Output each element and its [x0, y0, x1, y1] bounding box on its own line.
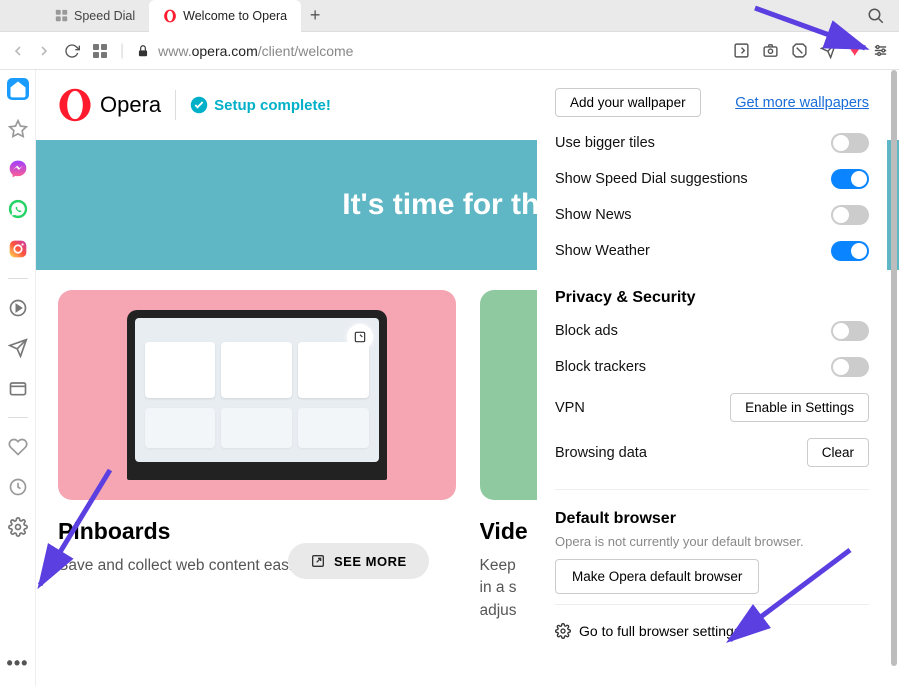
- setting-label: Use bigger tiles: [555, 135, 655, 151]
- setting-label: Show Speed Dial suggestions: [555, 171, 748, 187]
- lock-icon: [136, 44, 150, 58]
- sidebar-history-icon[interactable]: [7, 476, 29, 498]
- opera-icon: [163, 9, 177, 23]
- brand-label: Opera: [100, 92, 161, 118]
- navigation-toolbar: | www.opera.com/client/welcome ♥: [0, 32, 899, 70]
- setting-label: Block ads: [555, 323, 618, 339]
- pinboard-icon[interactable]: [733, 42, 750, 59]
- toggle-show-weather[interactable]: [831, 241, 869, 261]
- extensions-icon[interactable]: [92, 43, 108, 59]
- sidebar-settings-icon[interactable]: [7, 516, 29, 538]
- new-tab-button[interactable]: +: [301, 5, 329, 26]
- setting-label: VPN: [555, 400, 585, 416]
- make-default-button[interactable]: Make Opera default browser: [555, 559, 759, 594]
- tab-bar: Speed Dial Welcome to Opera +: [0, 0, 899, 32]
- toggle-speed-dial-suggestions[interactable]: [831, 169, 869, 189]
- get-wallpapers-link[interactable]: Get more wallpapers: [735, 95, 869, 111]
- sidebar-bookmarks-icon[interactable]: [7, 118, 29, 140]
- setup-complete-badge: Setup complete!: [190, 96, 331, 114]
- easy-setup-panel: Add your wallpaper Get more wallpapers U…: [537, 70, 887, 686]
- toggle-bigger-tiles[interactable]: [831, 133, 869, 153]
- sidebar-divider: [8, 417, 28, 418]
- setting-row-bigger-tiles: Use bigger tiles: [555, 125, 869, 161]
- divider: [555, 489, 869, 490]
- send-icon[interactable]: [820, 42, 837, 59]
- sidebar-heart-icon[interactable]: [7, 436, 29, 458]
- pin-icon: [347, 324, 373, 350]
- tab-label: Welcome to Opera: [183, 9, 287, 23]
- heart-icon[interactable]: ♥: [849, 40, 860, 61]
- go-to-full-settings-link[interactable]: Go to full browser settings: [555, 604, 869, 657]
- toggle-block-ads[interactable]: [831, 321, 869, 341]
- left-sidebar: •••: [0, 70, 36, 686]
- toggle-block-trackers[interactable]: [831, 357, 869, 377]
- tab-welcome-to-opera[interactable]: Welcome to Opera: [149, 0, 301, 32]
- setting-label: Show News: [555, 207, 632, 223]
- card-thumb: [58, 290, 456, 500]
- sidebar-messenger-icon[interactable]: [7, 158, 29, 180]
- reload-button[interactable]: [64, 43, 80, 59]
- setting-row-vpn: VPN Enable in Settings: [555, 385, 869, 430]
- grid-icon: [54, 9, 68, 23]
- setting-label: Show Weather: [555, 243, 650, 259]
- tabs-search-icon[interactable]: [867, 7, 885, 25]
- sidebar-flow-icon[interactable]: [7, 337, 29, 359]
- see-more-button[interactable]: SEE MORE: [288, 543, 429, 579]
- sidebar-more-icon[interactable]: •••: [7, 652, 29, 674]
- sidebar-divider: [8, 278, 28, 279]
- opera-logo: Opera: [58, 88, 161, 122]
- url-text: www.opera.com/client/welcome: [158, 43, 353, 59]
- sidebar-player-icon[interactable]: [7, 297, 29, 319]
- setting-label: Block trackers: [555, 359, 646, 375]
- snapshot-icon[interactable]: [762, 42, 779, 59]
- setting-row-block-ads: Block ads: [555, 313, 869, 349]
- sidebar-home-icon[interactable]: [7, 78, 29, 100]
- card-title: Pinboards: [58, 518, 456, 545]
- setting-row-browsing-data: Browsing data Clear: [555, 430, 869, 475]
- gear-icon: [555, 623, 571, 639]
- adblock-icon[interactable]: [791, 42, 808, 59]
- setting-row-speed-dial-suggestions: Show Speed Dial suggestions: [555, 161, 869, 197]
- address-bar[interactable]: www.opera.com/client/welcome: [136, 43, 721, 59]
- tab-speed-dial[interactable]: Speed Dial: [40, 0, 149, 32]
- forward-button[interactable]: [36, 43, 52, 59]
- sidebar-whatsapp-icon[interactable]: [7, 198, 29, 220]
- sidebar-wallet-icon[interactable]: [7, 377, 29, 399]
- add-wallpaper-button[interactable]: Add your wallpaper: [555, 88, 701, 117]
- easy-setup-button[interactable]: [872, 42, 889, 59]
- clear-data-button[interactable]: Clear: [807, 438, 869, 467]
- sidebar-instagram-icon[interactable]: [7, 238, 29, 260]
- setting-row-block-trackers: Block trackers: [555, 349, 869, 385]
- divider: [175, 90, 176, 120]
- section-privacy-title: Privacy & Security: [555, 289, 869, 307]
- setting-label: Browsing data: [555, 445, 647, 461]
- section-default-browser-title: Default browser: [555, 510, 869, 528]
- setting-row-show-news: Show News: [555, 197, 869, 233]
- default-browser-sub: Opera is not currently your default brow…: [555, 534, 869, 549]
- vpn-enable-button[interactable]: Enable in Settings: [730, 393, 869, 422]
- tab-label: Speed Dial: [74, 9, 135, 23]
- back-button[interactable]: [10, 43, 26, 59]
- card-pinboards: Pinboards SEE MORE Save and collect web …: [58, 290, 456, 622]
- setting-row-show-weather: Show Weather: [555, 233, 869, 269]
- toggle-show-news[interactable]: [831, 205, 869, 225]
